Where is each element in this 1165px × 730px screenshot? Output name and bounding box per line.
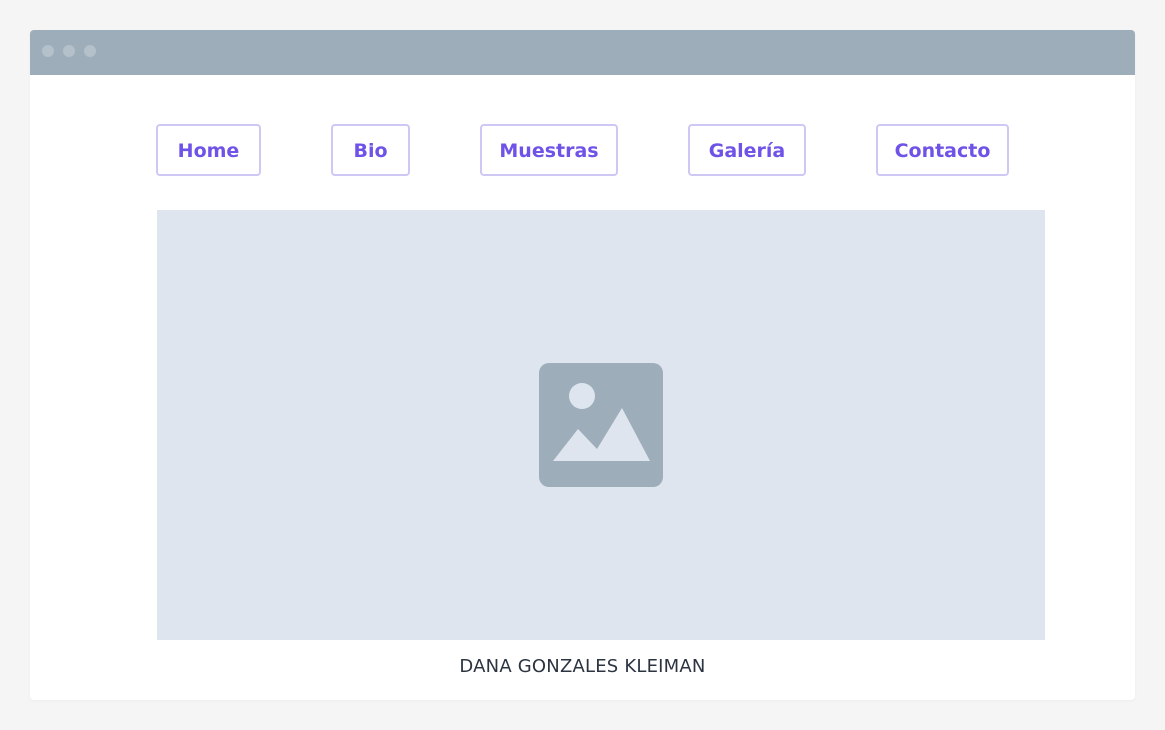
- artist-name: DANA GONZALES KLEIMAN: [459, 656, 706, 677]
- nav-bio-button[interactable]: Bio: [331, 124, 410, 176]
- window-titlebar: [30, 30, 1135, 75]
- hero-image-placeholder: [157, 210, 1045, 640]
- nav-contacto-button[interactable]: Contacto: [876, 124, 1009, 176]
- browser-window: Home Bio Muestras Galería Contacto DANA …: [30, 30, 1135, 700]
- minimize-dot[interactable]: [63, 45, 75, 57]
- image-placeholder-icon: [539, 363, 663, 487]
- maximize-dot[interactable]: [84, 45, 96, 57]
- nav-muestras-button[interactable]: Muestras: [480, 124, 618, 176]
- nav-home-button[interactable]: Home: [156, 124, 261, 176]
- close-dot[interactable]: [42, 45, 54, 57]
- nav-galeria-button[interactable]: Galería: [688, 124, 806, 176]
